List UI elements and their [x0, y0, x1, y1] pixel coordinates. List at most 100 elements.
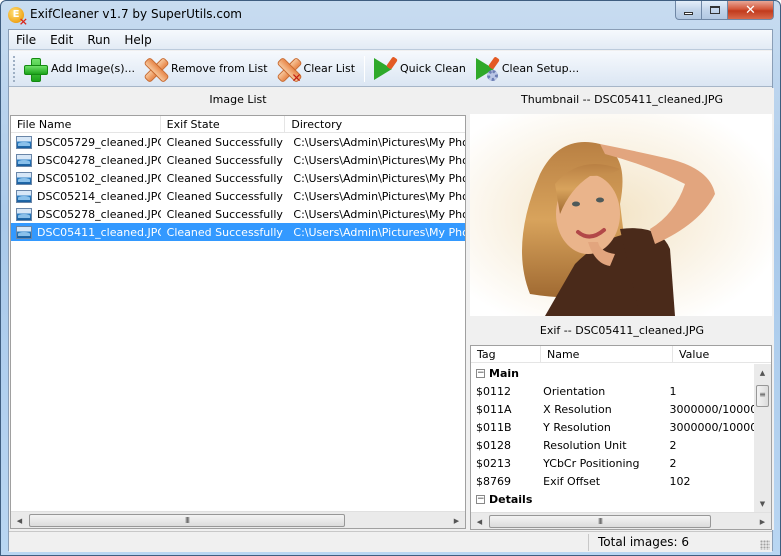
exif-table[interactable]: Tag Name Value − Main $0112 Orientation 1 $01…	[470, 345, 772, 530]
quick-clean-label: Quick Clean	[400, 62, 466, 75]
quick-clean-icon	[372, 55, 398, 81]
remove-from-list-label: Remove from List	[171, 62, 268, 75]
exif-caption: Exif -- DSC05411_cleaned.JPG	[539, 324, 705, 337]
minimize-button[interactable]	[675, 1, 702, 20]
green-plus-icon	[23, 57, 48, 82]
file-name: DSC05102_cleaned.JPG	[37, 171, 161, 185]
exif-row[interactable]: $0213 YCbCr Positioning 2	[471, 454, 755, 472]
close-button[interactable]: ✕	[728, 1, 774, 20]
column-value[interactable]: Value	[673, 346, 771, 362]
exif-tag: $011A	[476, 402, 512, 416]
orange-x-icon	[143, 57, 167, 81]
exif-row[interactable]: $0112 Orientation 1	[471, 382, 755, 400]
exif-row[interactable]: $011A X Resolution 3000000/10000	[471, 400, 755, 418]
exif-name: Exif Offset	[543, 474, 601, 488]
column-directory[interactable]: Directory	[285, 116, 465, 132]
file-name-cell: DSC05278_cleaned.JPG	[11, 207, 161, 221]
scroll-up-icon[interactable]: ▲	[754, 364, 771, 381]
exif-row[interactable]: $0128 Resolution Unit 2	[471, 436, 755, 454]
directory-cell: C:\Users\Admin\Pictures\My Photos	[293, 225, 465, 239]
thumbnail-caption: Thumbnail -- DSC05411_cleaned.JPG	[521, 93, 723, 106]
table-row[interactable]: DSC05102_cleaned.JPG Cleaned Successfully…	[11, 169, 465, 187]
clear-list-button[interactable]: ✕ Clear List	[273, 54, 361, 84]
maximize-button[interactable]	[702, 1, 728, 20]
group-label: Main	[489, 366, 519, 380]
collapse-icon[interactable]: −	[476, 368, 485, 378]
table-row[interactable]: DSC05214_cleaned.JPG Cleaned Successfully…	[11, 187, 465, 205]
file-name-cell: DSC05411_cleaned.JPG	[11, 225, 161, 239]
remove-from-list-button[interactable]: Remove from List	[140, 54, 272, 84]
exif-hscrollbar[interactable]: ◀ III ▶	[471, 512, 771, 529]
image-file-icon	[16, 189, 32, 203]
exif-group-details[interactable]: − Details	[471, 490, 755, 508]
exif-name: YCbCr Positioning	[543, 456, 640, 470]
exif-name: X Resolution	[543, 402, 612, 416]
clean-setup-icon	[474, 55, 500, 81]
image-file-icon	[16, 153, 32, 167]
resize-grip[interactable]	[760, 540, 770, 550]
scroll-down-icon[interactable]: ▼	[754, 495, 771, 512]
exif-state-cell: Cleaned Successfully	[166, 153, 283, 167]
exif-value: 102	[669, 474, 691, 488]
exif-group-main[interactable]: − Main	[471, 364, 755, 382]
table-row[interactable]: DSC04278_cleaned.JPG Cleaned Successfully…	[11, 151, 465, 169]
column-file-name[interactable]: File Name	[11, 116, 161, 132]
menu-edit[interactable]: Edit	[43, 30, 80, 50]
exif-vscrollbar[interactable]: ▲ ≡ ▼	[754, 364, 771, 512]
group-label: Details	[489, 492, 533, 506]
image-file-icon	[16, 171, 32, 185]
column-name[interactable]: Name	[541, 346, 673, 362]
thumbnail-photo	[470, 114, 772, 316]
quick-clean-button[interactable]: Quick Clean	[369, 54, 471, 84]
column-tag[interactable]: Tag	[471, 346, 541, 362]
title-bar[interactable]: E ExifCleaner v1.7 by SuperUtils.com ✕	[1, 1, 780, 29]
table-row[interactable]: DSC05411_cleaned.JPG Cleaned Successfully…	[11, 223, 465, 241]
exifcleaner-app-icon[interactable]: E	[8, 7, 28, 27]
exif-tag: $0112	[476, 384, 511, 398]
menu-run[interactable]: Run	[80, 30, 117, 50]
clean-setup-button[interactable]: Clean Setup...	[471, 54, 584, 84]
scroll-right-icon[interactable]: ▶	[754, 513, 771, 530]
scroll-grip: III	[184, 516, 190, 525]
table-row[interactable]: DSC05278_cleaned.JPG Cleaned Successfully…	[11, 205, 465, 223]
scroll-left-icon[interactable]: ◀	[471, 513, 488, 530]
scroll-thumb[interactable]: III	[489, 515, 711, 528]
clear-list-label: Clear List	[303, 62, 356, 75]
file-name-cell: DSC05214_cleaned.JPG	[11, 189, 161, 203]
toolbar-grip[interactable]	[13, 55, 16, 82]
exif-vscroll-thumb[interactable]: ≡	[756, 385, 769, 407]
image-file-icon	[16, 135, 32, 149]
image-list-header: File Name Exif State Directory	[11, 116, 465, 133]
exif-value: 2	[669, 438, 677, 452]
column-exif-state[interactable]: Exif State	[161, 116, 286, 132]
exif-row[interactable]: $011B Y Resolution 3000000/10000	[471, 418, 755, 436]
image-list-panel: Image List File Name Exif State Director…	[9, 88, 467, 530]
image-file-icon	[16, 225, 32, 239]
add-images-label: Add Image(s)...	[51, 62, 136, 75]
exif-tag: $011B	[476, 420, 512, 434]
clean-setup-label: Clean Setup...	[501, 62, 580, 75]
app-window: E ExifCleaner v1.7 by SuperUtils.com ✕ F…	[0, 0, 781, 556]
file-name: DSC05214_cleaned.JPG	[37, 189, 161, 203]
collapse-icon[interactable]: −	[476, 494, 485, 504]
scroll-thumb[interactable]: III	[29, 514, 345, 527]
scroll-left-icon[interactable]: ◀	[11, 512, 28, 529]
file-name: DSC05411_cleaned.JPG	[37, 225, 161, 239]
scroll-right-icon[interactable]: ▶	[448, 512, 465, 529]
image-file-icon	[16, 207, 32, 221]
image-list[interactable]: File Name Exif State Directory DSC05729_…	[10, 115, 466, 529]
exif-row[interactable]: $8769 Exif Offset 102	[471, 472, 755, 490]
exif-state-cell: Cleaned Successfully	[166, 225, 283, 239]
table-row[interactable]: DSC05729_cleaned.JPG Cleaned Successfully…	[11, 133, 465, 151]
file-name-cell: DSC04278_cleaned.JPG	[11, 153, 161, 167]
menu-file[interactable]: File	[9, 30, 43, 50]
menu-help[interactable]: Help	[117, 30, 158, 50]
add-images-button[interactable]: Add Image(s)...	[20, 54, 140, 84]
file-name: DSC05729_cleaned.JPG	[37, 135, 161, 149]
preview-panel: Thumbnail -- DSC05411_cleaned.JPG Exif -…	[470, 88, 774, 530]
image-list-caption: Image List	[209, 93, 267, 106]
scroll-grip: III	[597, 517, 603, 526]
exif-state-cell: Cleaned Successfully	[166, 171, 283, 185]
thumbnail-image	[470, 114, 772, 316]
image-list-hscrollbar[interactable]: ◀ III ▶	[11, 511, 465, 528]
